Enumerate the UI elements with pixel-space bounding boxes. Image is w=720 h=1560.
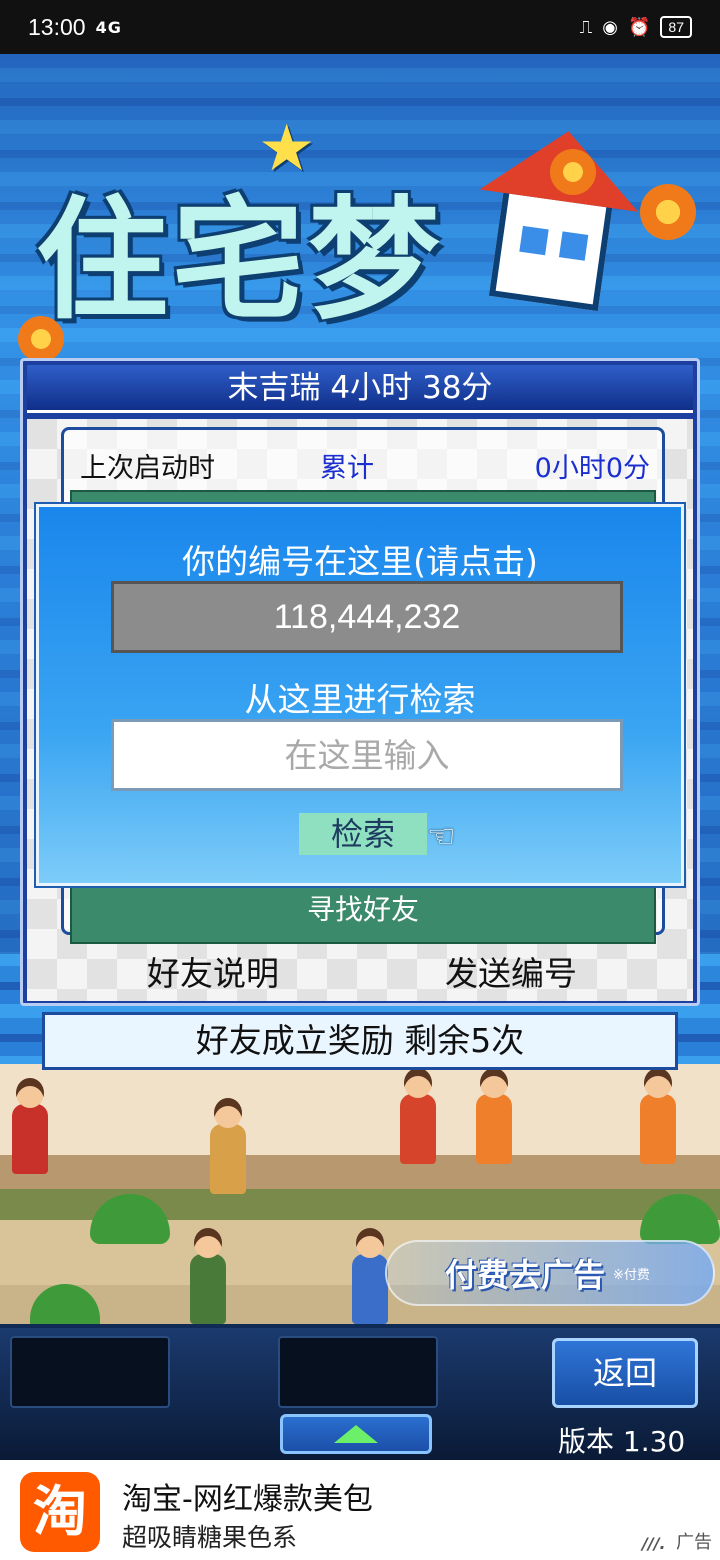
nfc-icon: ⎍ [579, 16, 593, 38]
ad-banner[interactable]: 淘 淘宝-网红爆款美包 超吸睛糖果色系 ///. 广告 [0, 1460, 720, 1560]
menu-slot-center[interactable] [278, 1336, 438, 1408]
send-id-button[interactable]: 发送编号 [445, 947, 577, 995]
resident-character [210, 1098, 246, 1194]
star-icon: ★ [258, 112, 316, 186]
total-label: 累计 [320, 453, 374, 484]
remove-ads-label: 付费去广告 [445, 1256, 606, 1294]
taobao-logo-icon: 淘 [20, 1472, 100, 1552]
flower-icon [550, 149, 596, 195]
resident-character [476, 1068, 512, 1164]
version-label: 版本 1.30 [558, 1425, 686, 1458]
menu-slot-left[interactable] [10, 1336, 170, 1408]
clock: 13:00 [28, 13, 86, 40]
pointing-hand-icon: ☜ [427, 817, 456, 855]
back-button[interactable]: 返回 [552, 1338, 698, 1408]
signal-icon: 4G [95, 17, 122, 37]
ad-tag: 广告 [676, 1532, 712, 1553]
friend-help-button[interactable]: 好友说明 [147, 947, 279, 995]
logo-title: 住宅梦 [36, 184, 444, 338]
resident-character [400, 1068, 436, 1164]
ad-subtitle: 超吸睛糖果色系 [122, 1523, 298, 1552]
house-icon [479, 120, 648, 312]
ad-title: 淘宝-网红爆款美包 [122, 1482, 373, 1517]
bottom-control-bar: 返回 版本 1.30 [0, 1324, 720, 1460]
resident-character [640, 1068, 676, 1164]
alarm-icon: ⏰ [628, 16, 651, 38]
search-label: 从这里进行检索 [244, 680, 476, 719]
friend-reward-bar: 好友成立奖励 剩余5次 [42, 1012, 678, 1070]
flower-icon [18, 316, 64, 362]
resident-character [352, 1228, 388, 1324]
last-launch-label: 上次启动时 [80, 453, 215, 484]
tree-icon [90, 1194, 170, 1244]
status-icons: ⎍ ◉ ⏰ 87 [580, 16, 692, 38]
total-value: 0小时0分 [534, 453, 650, 484]
lock-icon: ◉ [602, 16, 618, 38]
launch-stats-row: 上次启动时 累计 0小时0分 [80, 446, 650, 486]
friend-search-input[interactable] [111, 719, 623, 791]
game-logo: 住宅梦 [36, 120, 648, 364]
dialog-title: 你的编号在这里(请点击) [182, 542, 538, 581]
tree-icon [640, 1194, 720, 1244]
resident-character [190, 1228, 226, 1324]
remove-ads-note: ※付费 [613, 1267, 650, 1283]
expand-menu-button[interactable] [280, 1414, 432, 1454]
status-bar: 13:00 4G ⎍ ◉ ⏰ 87 [0, 0, 720, 54]
ad-network-icon: ///. [642, 1534, 666, 1553]
resident-character [12, 1078, 48, 1174]
remove-ads-button[interactable]: 付费去广告 ※付费 [385, 1240, 715, 1306]
panel-header: 末吉瑞 4小时 38分 [27, 365, 693, 413]
tree-icon [30, 1284, 100, 1324]
player-id-dialog: 你的编号在这里(请点击) 118,444,232 从这里进行检索 检索 ☜ [36, 504, 684, 886]
search-button[interactable]: 检索 [299, 813, 427, 855]
player-id-field[interactable]: 118,444,232 [111, 581, 623, 653]
flower-icon [640, 184, 696, 240]
find-friends-label[interactable]: 寻找好友 [72, 888, 654, 928]
triangle-up-icon [334, 1425, 378, 1443]
battery-icon: 87 [660, 16, 692, 38]
